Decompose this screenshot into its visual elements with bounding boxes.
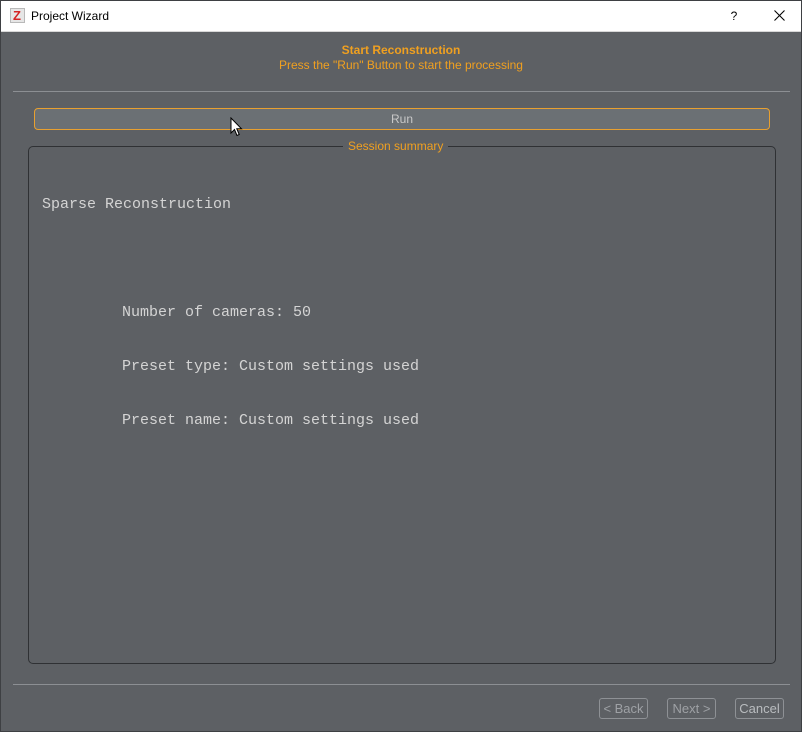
help-button[interactable]: ? <box>721 1 747 31</box>
summary-line-preset-name: Preset name: Custom settings used <box>122 412 420 429</box>
project-wizard-window: Z Project Wizard ? Start Reconstruction … <box>0 0 802 732</box>
close-icon <box>773 10 785 22</box>
cancel-button[interactable]: Cancel <box>735 698 784 719</box>
summary-line-preset-type: Preset type: Custom settings used <box>122 358 420 375</box>
session-summary-legend: Session summary <box>343 139 449 153</box>
title-bar[interactable]: Z Project Wizard ? <box>1 1 801 32</box>
footer-divider <box>13 684 790 685</box>
summary-blank-line <box>42 250 419 268</box>
back-button[interactable]: < Back <box>599 698 648 719</box>
app-logo-icon: Z <box>10 8 25 23</box>
page-title: Start Reconstruction <box>341 43 461 57</box>
header-divider <box>13 91 790 92</box>
close-button[interactable] <box>759 1 799 31</box>
summary-line-cameras: Number of cameras: 50 <box>122 304 312 321</box>
session-summary-text[interactable]: Sparse Reconstruction Number of cameras:… <box>42 160 419 466</box>
mouse-cursor-icon <box>230 117 243 137</box>
next-button[interactable]: Next > <box>667 698 716 719</box>
window-title: Project Wizard <box>31 9 110 23</box>
page-subtitle: Press the "Run" Button to start the proc… <box>279 58 523 72</box>
summary-heading: Sparse Reconstruction <box>42 196 232 213</box>
run-button[interactable]: Run <box>34 108 770 130</box>
